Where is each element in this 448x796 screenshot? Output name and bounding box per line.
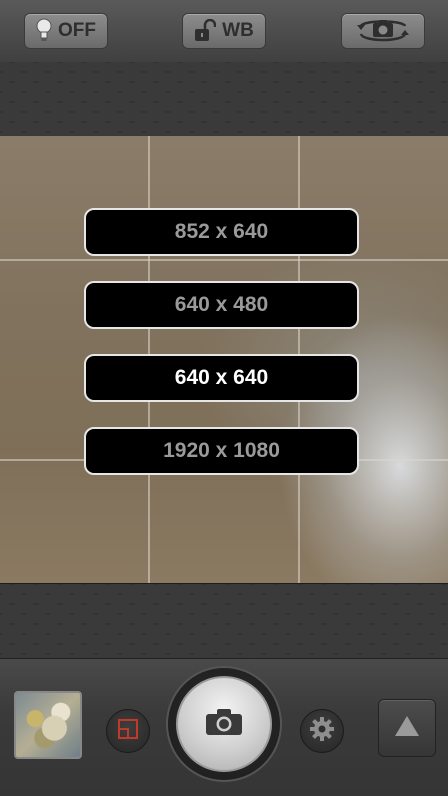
crop-frame-icon: [117, 718, 139, 745]
resolution-option-label: 640 x 640: [174, 366, 269, 389]
camera-icon: [205, 708, 243, 741]
switch-camera-button[interactable]: [341, 13, 425, 49]
honeycomb-panel-bottom: [0, 583, 448, 659]
resolution-option-label: 852 x 640: [174, 220, 269, 243]
white-balance-button[interactable]: WB: [182, 13, 266, 49]
unlock-icon: [194, 19, 217, 43]
bulb-icon: [36, 18, 52, 44]
flash-toggle-button[interactable]: OFF: [24, 13, 108, 49]
resolution-option-640x480[interactable]: 640 x 480: [84, 281, 359, 329]
camera-rotate-icon: [353, 18, 413, 44]
expand-button[interactable]: [378, 699, 436, 757]
gallery-thumbnail[interactable]: [14, 691, 82, 759]
shutter-button[interactable]: [176, 676, 272, 772]
resolution-option-640x640[interactable]: 640 x 640: [84, 354, 359, 402]
grid-line-horizontal-1: [0, 259, 448, 261]
resolution-option-label: 640 x 480: [174, 293, 269, 316]
resolution-option-1920x1080[interactable]: 1920 x 1080: [84, 427, 359, 475]
resolution-option-label: 1920 x 1080: [163, 439, 280, 462]
wb-label: WB: [222, 20, 254, 41]
settings-button[interactable]: [300, 709, 344, 753]
gear-icon: [309, 716, 335, 747]
flash-label: OFF: [58, 20, 96, 41]
triangle-up-icon: [393, 714, 421, 743]
resolution-option-852x640[interactable]: 852 x 640: [84, 208, 359, 256]
honeycomb-panel-top: [0, 62, 448, 137]
crop-button[interactable]: [106, 709, 150, 753]
top-toolbar: OFF WB: [0, 0, 448, 63]
